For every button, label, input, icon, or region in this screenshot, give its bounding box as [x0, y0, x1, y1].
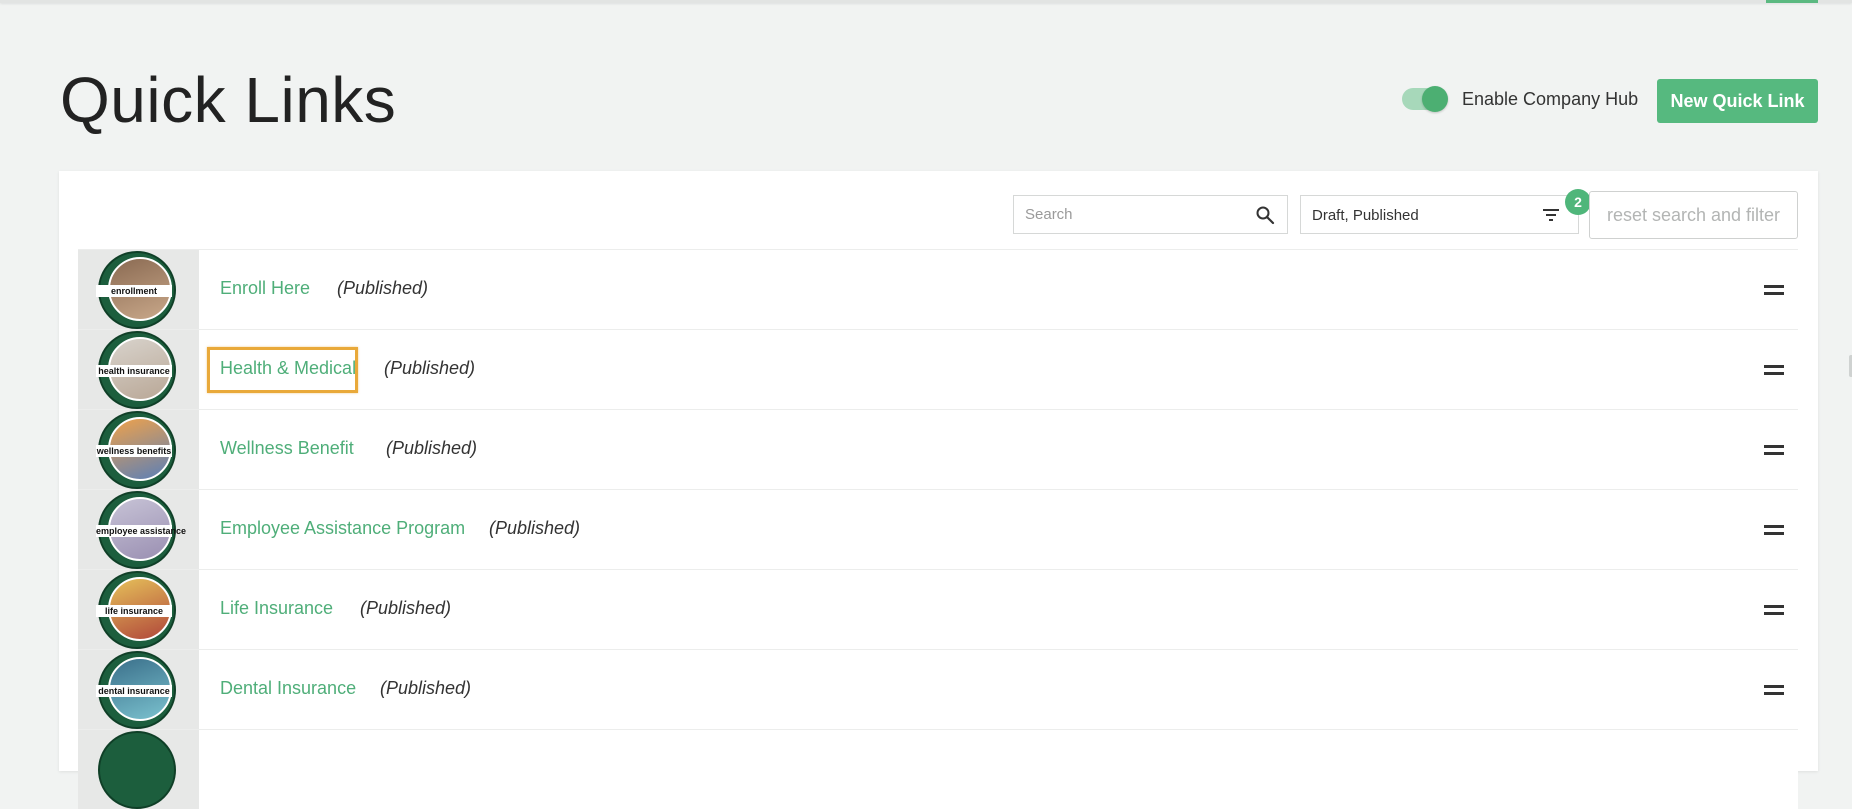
list-item: wellness benefits Wellness Benefit (Publ…: [78, 409, 1798, 489]
new-quick-link-button[interactable]: New Quick Link: [1657, 79, 1818, 123]
thumbnail-label: enrollment: [96, 285, 172, 297]
list-item: enrollment Enroll Here (Published): [78, 249, 1798, 329]
link-title[interactable]: Enroll Here: [220, 278, 310, 299]
top-border: [0, 0, 1852, 3]
filter-value: Draft, Published: [1312, 207, 1419, 224]
link-title[interactable]: Wellness Benefit: [220, 438, 354, 459]
link-thumbnail: dental insurance: [78, 650, 199, 729]
drag-handle-icon[interactable]: [1764, 285, 1784, 295]
drag-handle-icon[interactable]: [1764, 365, 1784, 375]
drag-handle-icon[interactable]: [1764, 685, 1784, 695]
link-status: (Published): [386, 438, 478, 458]
thumbnail-label: employee assistance: [96, 525, 187, 537]
list-item: health insurance Health & Medical (Publi…: [78, 329, 1798, 409]
quick-links-panel: Draft, Published 2 reset search and filt…: [59, 171, 1818, 809]
thumbnail-label: health insurance: [96, 365, 172, 377]
thumbnail-ring: [98, 731, 176, 809]
link-thumbnail: [78, 730, 199, 809]
thumbnail-label: wellness benefits: [96, 445, 172, 457]
link-title[interactable]: Dental Insurance: [220, 678, 356, 699]
thumbnail-label: dental insurance: [96, 685, 172, 697]
list-item: life insurance Life Insurance (Published…: [78, 569, 1798, 649]
link-title[interactable]: Life Insurance: [220, 598, 333, 619]
link-status: (Published): [337, 278, 429, 298]
link-title[interactable]: Employee Assistance Program: [220, 518, 465, 539]
thumbnail-label: life insurance: [96, 605, 172, 617]
link-thumbnail: life insurance: [78, 570, 199, 649]
link-status: (Published): [489, 518, 581, 538]
search-icon[interactable]: [1255, 205, 1275, 225]
search-input[interactable]: [1014, 196, 1244, 233]
search-box: [1013, 195, 1288, 234]
filter-icon[interactable]: [1542, 207, 1560, 223]
list-item: employee assistance Employee Assistance …: [78, 489, 1798, 569]
list-item: dental insurance Dental Insurance (Publi…: [78, 649, 1798, 729]
drag-handle-icon[interactable]: [1764, 605, 1784, 615]
link-thumbnail: employee assistance: [78, 490, 199, 569]
filter-count-badge: 2: [1565, 189, 1591, 215]
link-status: (Published): [380, 678, 472, 698]
link-status: (Published): [360, 598, 452, 618]
link-title[interactable]: Health & Medical: [220, 358, 356, 379]
link-status: (Published): [384, 358, 476, 378]
toggle-knob: [1422, 86, 1448, 112]
quick-links-list: enrollment Enroll Here (Published) healt…: [78, 249, 1798, 809]
reset-search-filter-button[interactable]: reset search and filter: [1589, 191, 1798, 239]
link-thumbnail: health insurance: [78, 330, 199, 409]
link-thumbnail: wellness benefits: [78, 410, 199, 489]
list-item: [78, 729, 1798, 809]
status-filter-select[interactable]: Draft, Published: [1300, 195, 1579, 234]
drag-handle-icon[interactable]: [1764, 525, 1784, 535]
enable-company-hub-toggle[interactable]: Enable Company Hub: [1402, 86, 1639, 112]
drag-handle-icon[interactable]: [1764, 445, 1784, 455]
toggle-switch[interactable]: [1402, 86, 1448, 112]
active-tab-indicator: [1766, 0, 1818, 3]
page-title: Quick Links: [60, 64, 397, 136]
link-thumbnail: enrollment: [78, 250, 199, 329]
toggle-label: Enable Company Hub: [1462, 88, 1639, 109]
